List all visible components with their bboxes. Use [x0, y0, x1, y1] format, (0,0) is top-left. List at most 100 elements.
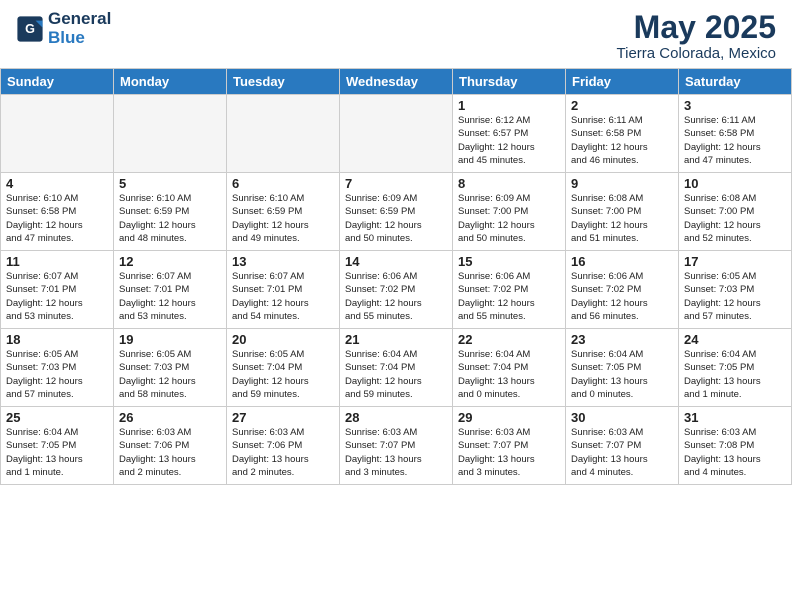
calendar-cell: 7Sunrise: 6:09 AM Sunset: 6:59 PM Daylig…: [340, 173, 453, 251]
calendar-cell: 3Sunrise: 6:11 AM Sunset: 6:58 PM Daylig…: [679, 95, 792, 173]
day-info: Sunrise: 6:04 AM Sunset: 7:05 PM Dayligh…: [684, 348, 786, 401]
calendar-cell: [114, 95, 227, 173]
logo: G General Blue: [16, 10, 111, 47]
calendar-cell: 20Sunrise: 6:05 AM Sunset: 7:04 PM Dayli…: [227, 329, 340, 407]
day-info: Sunrise: 6:10 AM Sunset: 6:58 PM Dayligh…: [6, 192, 108, 245]
day-info: Sunrise: 6:06 AM Sunset: 7:02 PM Dayligh…: [345, 270, 447, 323]
day-info: Sunrise: 6:05 AM Sunset: 7:04 PM Dayligh…: [232, 348, 334, 401]
calendar-cell: 11Sunrise: 6:07 AM Sunset: 7:01 PM Dayli…: [1, 251, 114, 329]
day-info: Sunrise: 6:04 AM Sunset: 7:04 PM Dayligh…: [345, 348, 447, 401]
day-number: 9: [571, 176, 673, 191]
calendar-cell: 10Sunrise: 6:08 AM Sunset: 7:00 PM Dayli…: [679, 173, 792, 251]
day-number: 10: [684, 176, 786, 191]
day-info: Sunrise: 6:04 AM Sunset: 7:05 PM Dayligh…: [6, 426, 108, 479]
day-number: 19: [119, 332, 221, 347]
calendar-cell: 29Sunrise: 6:03 AM Sunset: 7:07 PM Dayli…: [453, 407, 566, 485]
day-number: 27: [232, 410, 334, 425]
day-number: 7: [345, 176, 447, 191]
day-info: Sunrise: 6:07 AM Sunset: 7:01 PM Dayligh…: [119, 270, 221, 323]
day-number: 21: [345, 332, 447, 347]
day-number: 5: [119, 176, 221, 191]
day-number: 2: [571, 98, 673, 113]
calendar-cell: 14Sunrise: 6:06 AM Sunset: 7:02 PM Dayli…: [340, 251, 453, 329]
calendar-cell: [227, 95, 340, 173]
day-number: 28: [345, 410, 447, 425]
day-info: Sunrise: 6:10 AM Sunset: 6:59 PM Dayligh…: [232, 192, 334, 245]
logo-blue: Blue: [48, 29, 111, 48]
calendar-cell: [340, 95, 453, 173]
day-info: Sunrise: 6:03 AM Sunset: 7:07 PM Dayligh…: [345, 426, 447, 479]
calendar-cell: 19Sunrise: 6:05 AM Sunset: 7:03 PM Dayli…: [114, 329, 227, 407]
calendar-title: May 2025: [617, 10, 777, 45]
calendar-cell: 8Sunrise: 6:09 AM Sunset: 7:00 PM Daylig…: [453, 173, 566, 251]
day-number: 6: [232, 176, 334, 191]
calendar-cell: 16Sunrise: 6:06 AM Sunset: 7:02 PM Dayli…: [566, 251, 679, 329]
calendar-title-block: May 2025 Tierra Colorada, Mexico: [617, 10, 777, 62]
day-info: Sunrise: 6:09 AM Sunset: 6:59 PM Dayligh…: [345, 192, 447, 245]
day-number: 22: [458, 332, 560, 347]
calendar-cell: 6Sunrise: 6:10 AM Sunset: 6:59 PM Daylig…: [227, 173, 340, 251]
day-info: Sunrise: 6:05 AM Sunset: 7:03 PM Dayligh…: [684, 270, 786, 323]
day-info: Sunrise: 6:08 AM Sunset: 7:00 PM Dayligh…: [684, 192, 786, 245]
calendar-cell: 28Sunrise: 6:03 AM Sunset: 7:07 PM Dayli…: [340, 407, 453, 485]
day-info: Sunrise: 6:05 AM Sunset: 7:03 PM Dayligh…: [6, 348, 108, 401]
day-info: Sunrise: 6:08 AM Sunset: 7:00 PM Dayligh…: [571, 192, 673, 245]
day-info: Sunrise: 6:11 AM Sunset: 6:58 PM Dayligh…: [684, 114, 786, 167]
calendar-cell: 4Sunrise: 6:10 AM Sunset: 6:58 PM Daylig…: [1, 173, 114, 251]
day-info: Sunrise: 6:03 AM Sunset: 7:06 PM Dayligh…: [232, 426, 334, 479]
day-number: 3: [684, 98, 786, 113]
day-number: 14: [345, 254, 447, 269]
weekday-header: Friday: [566, 69, 679, 95]
page-container: G General Blue May 2025 Tierra Colorada,…: [0, 0, 792, 612]
day-info: Sunrise: 6:06 AM Sunset: 7:02 PM Dayligh…: [458, 270, 560, 323]
day-number: 18: [6, 332, 108, 347]
day-info: Sunrise: 6:03 AM Sunset: 7:08 PM Dayligh…: [684, 426, 786, 479]
calendar-cell: 26Sunrise: 6:03 AM Sunset: 7:06 PM Dayli…: [114, 407, 227, 485]
day-number: 23: [571, 332, 673, 347]
day-info: Sunrise: 6:07 AM Sunset: 7:01 PM Dayligh…: [232, 270, 334, 323]
day-info: Sunrise: 6:05 AM Sunset: 7:03 PM Dayligh…: [119, 348, 221, 401]
weekday-header: Thursday: [453, 69, 566, 95]
calendar-cell: 5Sunrise: 6:10 AM Sunset: 6:59 PM Daylig…: [114, 173, 227, 251]
logo-general: General: [48, 10, 111, 29]
calendar-cell: 24Sunrise: 6:04 AM Sunset: 7:05 PM Dayli…: [679, 329, 792, 407]
day-info: Sunrise: 6:07 AM Sunset: 7:01 PM Dayligh…: [6, 270, 108, 323]
calendar-cell: 1Sunrise: 6:12 AM Sunset: 6:57 PM Daylig…: [453, 95, 566, 173]
calendar-cell: 2Sunrise: 6:11 AM Sunset: 6:58 PM Daylig…: [566, 95, 679, 173]
calendar-cell: 23Sunrise: 6:04 AM Sunset: 7:05 PM Dayli…: [566, 329, 679, 407]
day-number: 26: [119, 410, 221, 425]
day-number: 16: [571, 254, 673, 269]
day-info: Sunrise: 6:12 AM Sunset: 6:57 PM Dayligh…: [458, 114, 560, 167]
calendar-cell: [1, 95, 114, 173]
calendar-cell: 25Sunrise: 6:04 AM Sunset: 7:05 PM Dayli…: [1, 407, 114, 485]
calendar-cell: 13Sunrise: 6:07 AM Sunset: 7:01 PM Dayli…: [227, 251, 340, 329]
calendar-cell: 9Sunrise: 6:08 AM Sunset: 7:00 PM Daylig…: [566, 173, 679, 251]
calendar-cell: 27Sunrise: 6:03 AM Sunset: 7:06 PM Dayli…: [227, 407, 340, 485]
day-info: Sunrise: 6:03 AM Sunset: 7:06 PM Dayligh…: [119, 426, 221, 479]
day-number: 4: [6, 176, 108, 191]
calendar-table: SundayMondayTuesdayWednesdayThursdayFrid…: [0, 68, 792, 485]
day-number: 29: [458, 410, 560, 425]
day-number: 17: [684, 254, 786, 269]
day-info: Sunrise: 6:09 AM Sunset: 7:00 PM Dayligh…: [458, 192, 560, 245]
weekday-header: Sunday: [1, 69, 114, 95]
weekday-header: Monday: [114, 69, 227, 95]
day-info: Sunrise: 6:10 AM Sunset: 6:59 PM Dayligh…: [119, 192, 221, 245]
day-number: 31: [684, 410, 786, 425]
calendar-cell: 18Sunrise: 6:05 AM Sunset: 7:03 PM Dayli…: [1, 329, 114, 407]
day-number: 20: [232, 332, 334, 347]
day-info: Sunrise: 6:04 AM Sunset: 7:04 PM Dayligh…: [458, 348, 560, 401]
logo-icon: G: [16, 15, 44, 43]
calendar-cell: 21Sunrise: 6:04 AM Sunset: 7:04 PM Dayli…: [340, 329, 453, 407]
calendar-subtitle: Tierra Colorada, Mexico: [617, 45, 777, 62]
day-number: 11: [6, 254, 108, 269]
svg-text:G: G: [25, 22, 35, 36]
calendar-cell: 31Sunrise: 6:03 AM Sunset: 7:08 PM Dayli…: [679, 407, 792, 485]
day-number: 24: [684, 332, 786, 347]
weekday-header: Wednesday: [340, 69, 453, 95]
weekday-header: Saturday: [679, 69, 792, 95]
calendar-cell: 15Sunrise: 6:06 AM Sunset: 7:02 PM Dayli…: [453, 251, 566, 329]
day-number: 1: [458, 98, 560, 113]
page-header: G General Blue May 2025 Tierra Colorada,…: [0, 0, 792, 68]
day-number: 12: [119, 254, 221, 269]
